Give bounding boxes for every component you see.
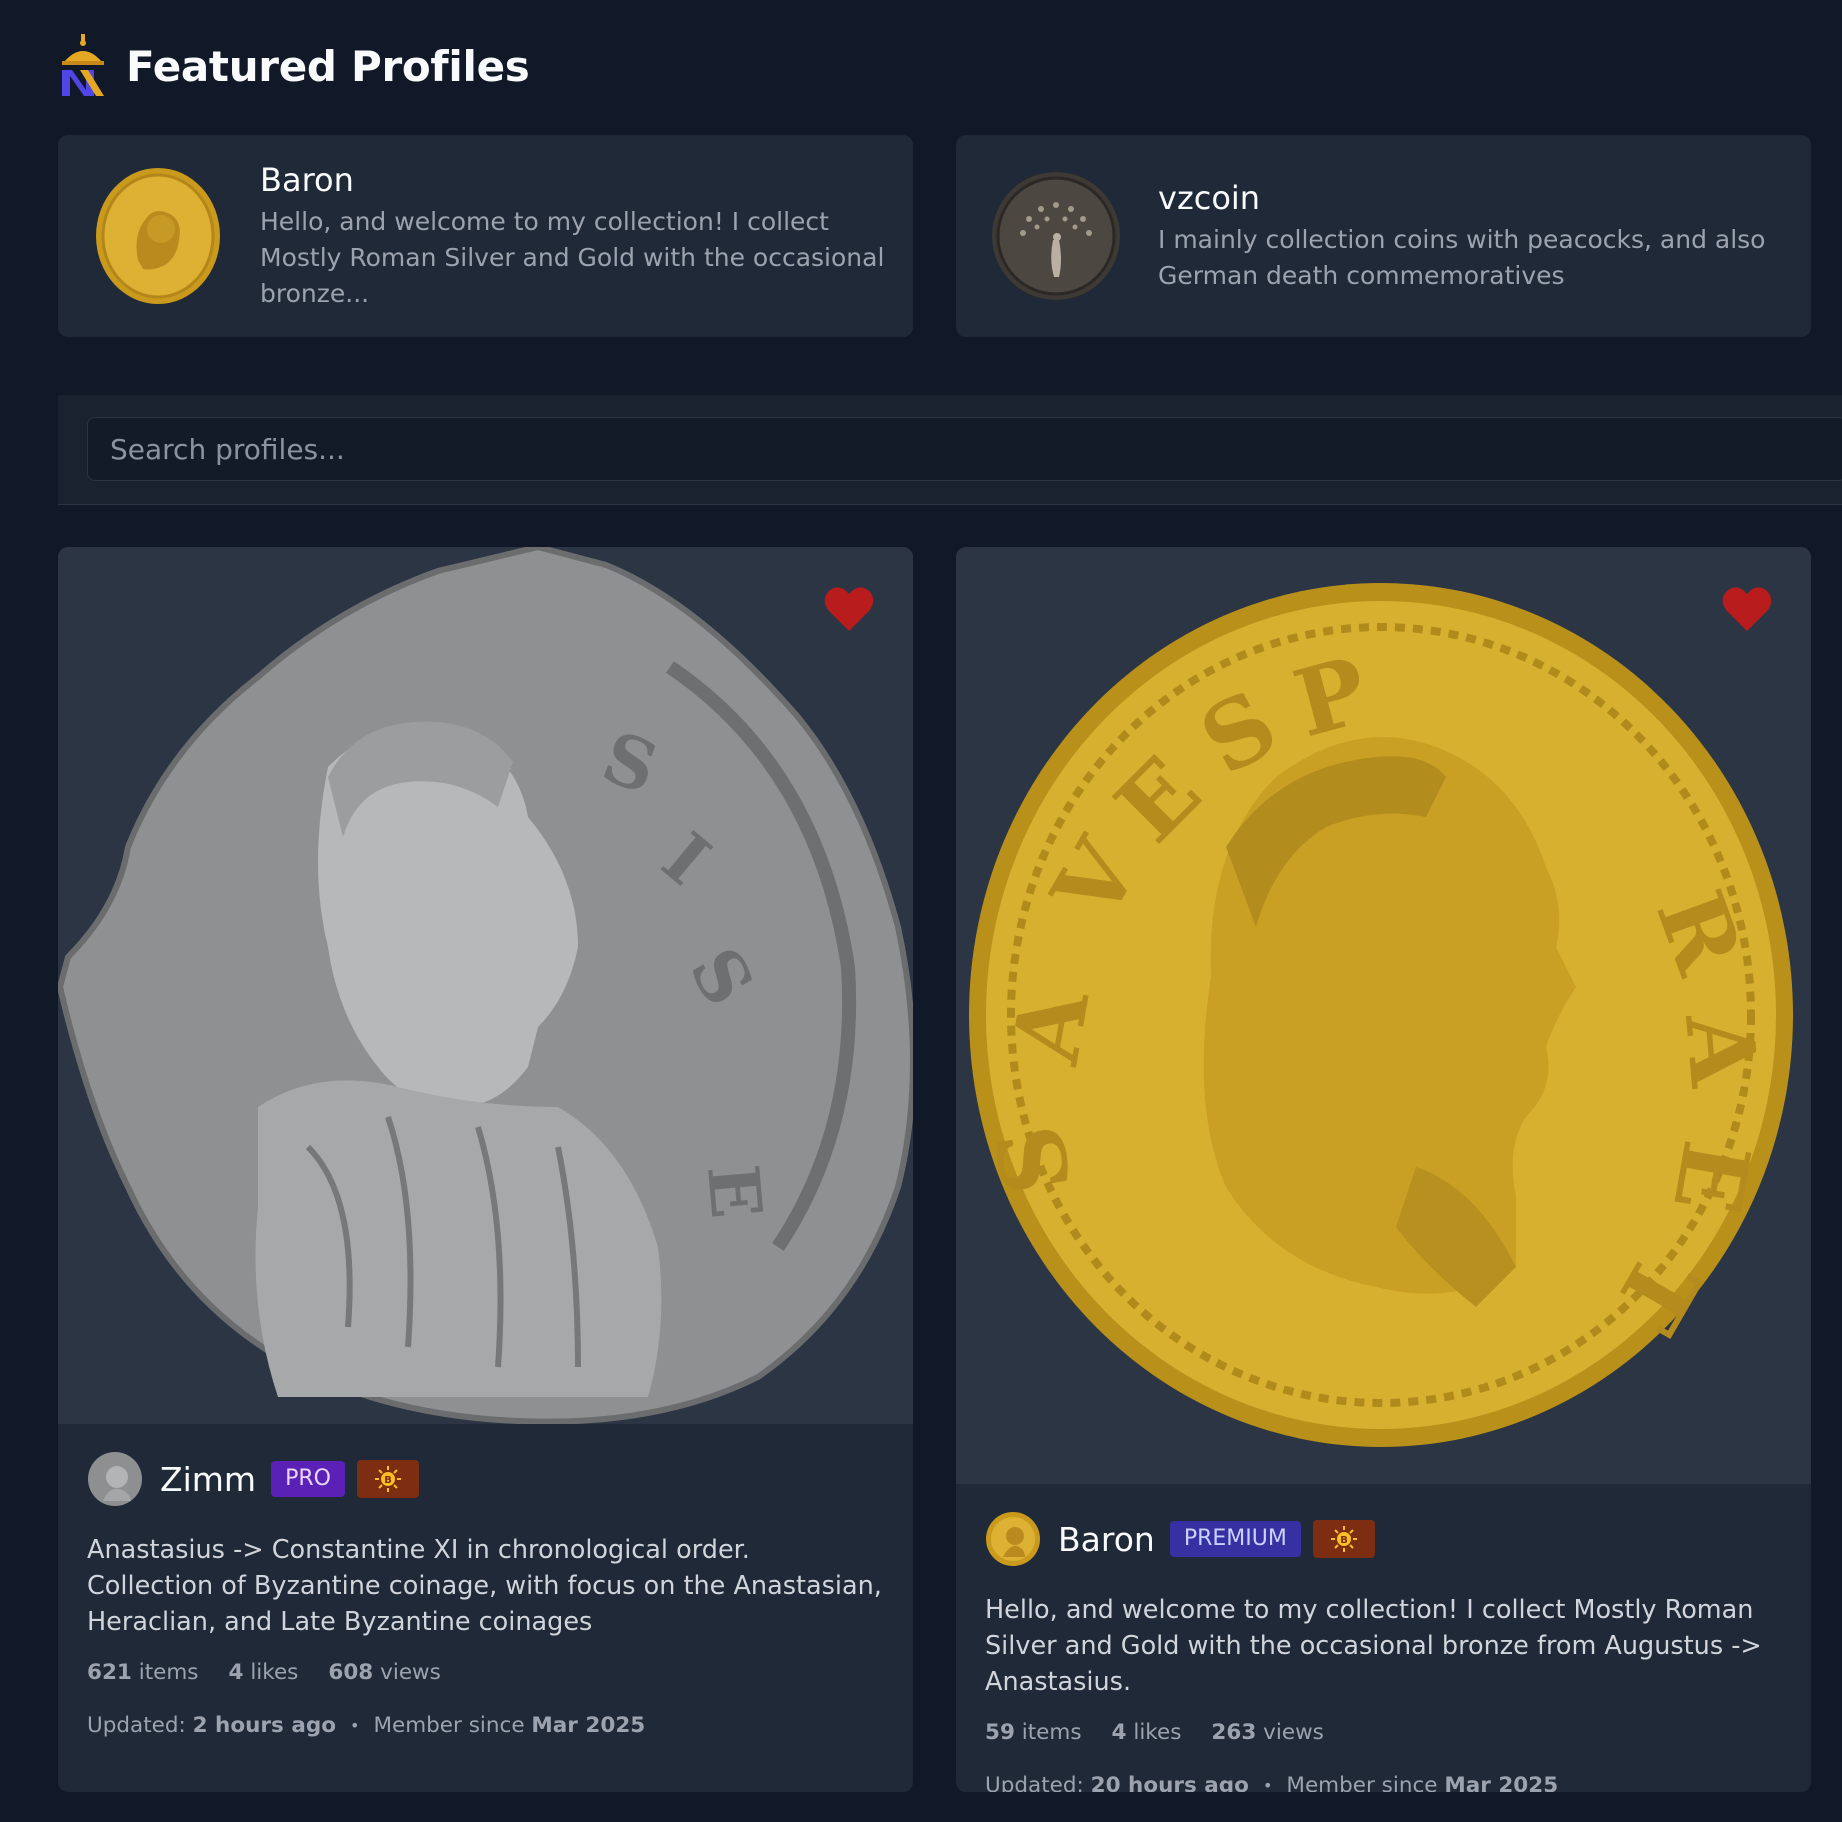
updated-value: 20 hours ago — [1090, 1773, 1249, 1792]
featured-name: vzcoin — [1158, 179, 1261, 217]
card-body: Zimm PRO B Anastasius -> Constantine XI … — [58, 1424, 913, 1738]
peacock-coin-avatar — [992, 172, 1120, 300]
items-stat: 621 items — [87, 1660, 199, 1685]
likes-stat: 4 likes — [228, 1660, 299, 1685]
profile-meta: Updated: 2 hours ago • Member since Mar … — [87, 1713, 884, 1738]
gold-coin-avatar — [96, 168, 220, 304]
member-label: Member since — [373, 1713, 525, 1738]
bitcoin-badge: B — [356, 1460, 419, 1498]
profile-stats: 59 items 4 likes 263 views — [985, 1720, 1782, 1745]
user-name[interactable]: Baron — [1058, 1520, 1155, 1559]
coin-image-area: V E S P A S R A E T — [956, 547, 1811, 1484]
views-stat: 608 views — [328, 1660, 441, 1685]
separator-dot: • — [1262, 1776, 1273, 1792]
bitcoin-badge: B — [1312, 1520, 1375, 1558]
user-row: Zimm PRO B — [87, 1450, 884, 1508]
profile-description: Anastasius -> Constantine XI in chronolo… — [87, 1535, 882, 1637]
gold-coin-image: V E S P A S R A E T — [969, 583, 1793, 1447]
svg-text:A: A — [1664, 1009, 1778, 1092]
separator-dot: • — [350, 1716, 360, 1735]
likes-stat: 4 likes — [1111, 1720, 1182, 1745]
updated-value: 2 hours ago — [192, 1713, 336, 1738]
items-stat: 59 items — [985, 1720, 1082, 1745]
svg-text:B: B — [384, 1475, 392, 1486]
page-title: Featured Profiles — [126, 41, 530, 91]
member-label: Member since — [1286, 1773, 1438, 1792]
card-body: Baron PREMIUM B Hello, and welcome to my… — [956, 1484, 1811, 1792]
profile-card-baron[interactable]: V E S P A S R A E T Baron PREMIUM B Hell… — [956, 547, 1811, 1792]
featured-name: Baron — [260, 161, 354, 199]
member-value: Mar 2025 — [531, 1713, 646, 1738]
page: Featured Profiles Baron Hello, and welco… — [0, 0, 1842, 1822]
svg-text:B: B — [1340, 1535, 1348, 1546]
silver-coin-image: S I S E — [58, 547, 913, 1424]
profile-stats: 621 items 4 likes 608 views — [87, 1660, 884, 1685]
pro-badge: PRO — [271, 1461, 345, 1497]
featured-description: I mainly collection coins with peacocks,… — [1158, 225, 1766, 290]
profile-meta: Updated: 20 hours ago • Member since Mar… — [985, 1773, 1782, 1792]
svg-text:E: E — [691, 1161, 778, 1221]
user-row: Baron PREMIUM B — [985, 1510, 1782, 1568]
coin-image-area: S I S E — [58, 547, 913, 1424]
featured-profiles: Baron Hello, and welcome to my collectio… — [58, 135, 1811, 337]
featured-card-baron[interactable]: Baron Hello, and welcome to my collectio… — [58, 135, 913, 337]
premium-badge: PREMIUM — [1169, 1521, 1301, 1557]
bitcoin-sun-icon: B — [374, 1466, 401, 1492]
heart-icon[interactable] — [823, 585, 875, 633]
featured-description: Hello, and welcome to my collection! I c… — [260, 207, 885, 308]
updated-label: Updated: — [985, 1773, 1084, 1792]
page-header: Featured Profiles — [58, 34, 530, 98]
views-stat: 263 views — [1211, 1720, 1324, 1745]
member-value: Mar 2025 — [1444, 1773, 1559, 1792]
user-name[interactable]: Zimm — [160, 1460, 256, 1499]
search-section — [58, 395, 1842, 505]
bitcoin-sun-icon: B — [1330, 1526, 1357, 1552]
dome-logo-icon[interactable] — [58, 34, 108, 98]
heart-icon[interactable] — [1721, 585, 1773, 633]
silver-coin-avatar[interactable] — [87, 1451, 143, 1507]
search-input[interactable] — [87, 417, 1842, 481]
gold-coin-avatar[interactable] — [985, 1511, 1041, 1567]
featured-card-vzcoin[interactable]: vzcoin I mainly collection coins with pe… — [956, 135, 1811, 337]
updated-label: Updated: — [87, 1713, 186, 1738]
profile-card-zimm[interactable]: S I S E Zimm PRO B Anastasius -> Constan… — [58, 547, 913, 1792]
profile-description: Hello, and welcome to my collection! I c… — [985, 1595, 1762, 1697]
